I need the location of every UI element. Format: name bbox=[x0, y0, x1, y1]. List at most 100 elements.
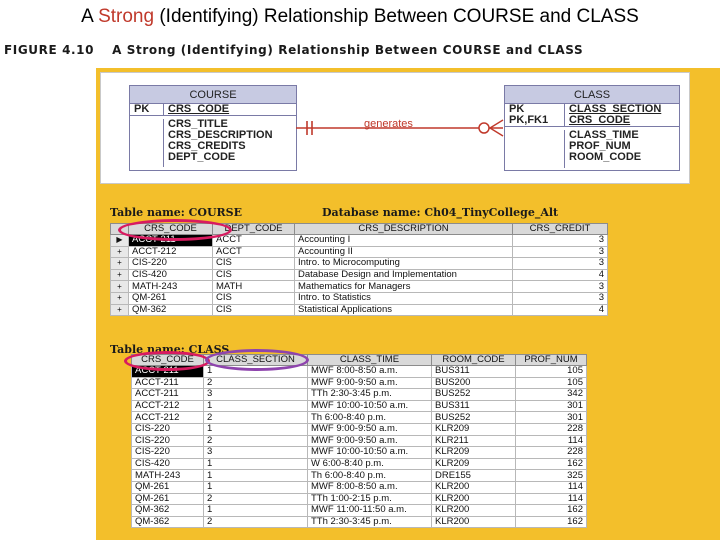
class-cell[interactable]: ACCT-211 bbox=[131, 376, 204, 390]
course-cell[interactable]: 3 bbox=[512, 280, 608, 293]
course-cell[interactable]: 4 bbox=[512, 303, 608, 317]
class-cell[interactable]: 228 bbox=[515, 422, 587, 436]
expand-row-button[interactable]: + bbox=[110, 268, 129, 282]
class-cell[interactable]: 342 bbox=[515, 388, 587, 401]
class-table-row[interactable]: QM-261 2 TTh 1:00-2:15 p.m. KLR200 114 bbox=[131, 492, 587, 506]
class-cell[interactable]: ACCT-211 bbox=[131, 388, 204, 401]
course-cell[interactable]: Intro. to Microcomputing bbox=[294, 257, 513, 270]
course-table-row[interactable]: + QM-362 CIS Statistical Applications 4 bbox=[110, 303, 608, 317]
class-cell[interactable]: 1 bbox=[203, 504, 308, 517]
course-cell[interactable]: QM-362 bbox=[128, 303, 213, 317]
course-cell[interactable]: CIS bbox=[212, 257, 295, 270]
course-col-header[interactable]: CRS_CODE bbox=[128, 223, 213, 235]
course-cell[interactable]: Intro. to Statistics bbox=[294, 291, 513, 305]
class-cell[interactable]: KLR200 bbox=[431, 492, 516, 506]
class-cell[interactable]: 1 bbox=[203, 457, 308, 471]
class-col-header[interactable]: CRS_CODE bbox=[131, 354, 204, 366]
course-cell[interactable]: MATH bbox=[212, 280, 295, 293]
course-cell[interactable]: CIS-220 bbox=[128, 257, 213, 270]
class-cell[interactable]: W 6:00-8:40 p.m. bbox=[307, 457, 432, 471]
class-cell[interactable]: KLR209 bbox=[431, 422, 516, 436]
class-table-row[interactable]: CIS-220 2 MWF 9:00-9:50 a.m. KLR211 114 bbox=[131, 434, 587, 448]
course-cell[interactable]: ACCT-212 bbox=[128, 245, 213, 259]
course-cell[interactable]: CIS bbox=[212, 268, 295, 282]
class-cell[interactable]: ACCT-212 bbox=[131, 399, 204, 413]
class-cell[interactable]: 2 bbox=[203, 376, 308, 390]
class-cell[interactable]: DRE155 bbox=[431, 469, 516, 482]
class-cell[interactable]: 1 bbox=[203, 422, 308, 436]
class-cell[interactable]: 301 bbox=[515, 399, 587, 413]
class-cell[interactable]: 162 bbox=[515, 515, 587, 529]
class-cell[interactable]: 1 bbox=[203, 399, 308, 413]
class-cell[interactable]: 2 bbox=[203, 492, 308, 506]
class-cell[interactable]: 1 bbox=[203, 480, 308, 494]
class-cell[interactable]: 3 bbox=[203, 446, 308, 459]
class-cell[interactable]: ACCT-211 bbox=[131, 365, 204, 378]
course-cell[interactable]: Accounting II bbox=[294, 245, 513, 259]
class-cell[interactable]: 162 bbox=[515, 504, 587, 517]
class-cell[interactable]: BUS200 bbox=[431, 376, 516, 390]
class-cell[interactable]: QM-261 bbox=[131, 480, 204, 494]
class-cell[interactable]: TTh 2:30-3:45 p.m. bbox=[307, 515, 432, 529]
class-cell[interactable]: 2 bbox=[203, 515, 308, 529]
class-cell[interactable]: KLR211 bbox=[431, 434, 516, 448]
class-table-row[interactable]: ACCT-211 2 MWF 9:00-9:50 a.m. BUS200 105 bbox=[131, 376, 587, 390]
class-cell[interactable]: QM-362 bbox=[131, 504, 204, 517]
expand-row-button[interactable]: + bbox=[110, 257, 129, 270]
course-cell[interactable]: Mathematics for Managers bbox=[294, 280, 513, 293]
class-cell[interactable]: CIS-220 bbox=[131, 422, 204, 436]
class-table-row[interactable]: QM-362 2 TTh 2:30-3:45 p.m. KLR200 162 bbox=[131, 515, 587, 529]
course-table-row[interactable]: + MATH-243 MATH Mathematics for Managers 3 bbox=[110, 280, 608, 293]
course-cell[interactable]: Database Design and Implementation bbox=[294, 268, 513, 282]
class-table-row[interactable]: ACCT-212 2 Th 6:00-8:40 p.m. BUS252 301 bbox=[131, 411, 587, 424]
course-cell[interactable]: ACCT-211 bbox=[128, 234, 213, 247]
expand-row-button[interactable]: + bbox=[110, 291, 129, 305]
class-cell[interactable]: 105 bbox=[515, 376, 587, 390]
course-table-row[interactable]: + ACCT-212 ACCT Accounting II 3 bbox=[110, 245, 608, 259]
course-cell[interactable]: 3 bbox=[512, 291, 608, 305]
class-cell[interactable]: ACCT-212 bbox=[131, 411, 204, 424]
course-cell[interactable]: ACCT bbox=[212, 234, 295, 247]
class-col-header[interactable]: CLASS_TIME bbox=[307, 354, 432, 366]
expand-row-button[interactable]: + bbox=[110, 303, 129, 317]
class-cell[interactable]: QM-362 bbox=[131, 515, 204, 529]
class-table-row[interactable]: CIS-220 1 MWF 9:00-9:50 a.m. KLR209 228 bbox=[131, 422, 587, 436]
class-cell[interactable]: MWF 10:00-10:50 a.m. bbox=[307, 446, 432, 459]
course-cell[interactable]: CIS bbox=[212, 303, 295, 317]
class-cell[interactable]: 1 bbox=[203, 469, 308, 482]
class-cell[interactable]: KLR200 bbox=[431, 515, 516, 529]
class-cell[interactable]: KLR200 bbox=[431, 504, 516, 517]
class-cell[interactable]: 3 bbox=[203, 388, 308, 401]
class-table-row[interactable]: ACCT-212 1 MWF 10:00-10:50 a.m. BUS311 301 bbox=[131, 399, 587, 413]
class-cell[interactable]: Th 6:00-8:40 p.m. bbox=[307, 411, 432, 424]
class-table-row[interactable]: CIS-420 1 W 6:00-8:40 p.m. KLR209 162 bbox=[131, 457, 587, 471]
class-cell[interactable]: 1 bbox=[203, 365, 308, 378]
class-col-header[interactable]: ROOM_CODE bbox=[431, 354, 516, 366]
course-cell[interactable]: Statistical Applications bbox=[294, 303, 513, 317]
class-cell[interactable]: CIS-420 bbox=[131, 457, 204, 471]
class-cell[interactable]: BUS311 bbox=[431, 365, 516, 378]
class-cell[interactable]: CIS-220 bbox=[131, 434, 204, 448]
class-cell[interactable]: MWF 9:00-9:50 a.m. bbox=[307, 376, 432, 390]
class-cell[interactable]: KLR209 bbox=[431, 446, 516, 459]
course-cell[interactable]: CIS-420 bbox=[128, 268, 213, 282]
course-cell[interactable]: ACCT bbox=[212, 245, 295, 259]
class-table-row[interactable]: QM-362 1 MWF 11:00-11:50 a.m. KLR200 162 bbox=[131, 504, 587, 517]
class-cell[interactable]: CIS-220 bbox=[131, 446, 204, 459]
class-table-row[interactable]: CIS-220 3 MWF 10:00-10:50 a.m. KLR209 228 bbox=[131, 446, 587, 459]
course-cell[interactable]: 3 bbox=[512, 234, 608, 247]
course-cell[interactable]: Accounting I bbox=[294, 234, 513, 247]
class-cell[interactable]: MWF 8:00-8:50 a.m. bbox=[307, 365, 432, 378]
course-cell[interactable]: 3 bbox=[512, 245, 608, 259]
class-cell[interactable]: BUS252 bbox=[431, 388, 516, 401]
class-cell[interactable]: KLR200 bbox=[431, 480, 516, 494]
class-cell[interactable]: TTh 1:00-2:15 p.m. bbox=[307, 492, 432, 506]
course-cell[interactable]: QM-261 bbox=[128, 291, 213, 305]
class-col-header[interactable]: CLASS_SECTION bbox=[203, 354, 308, 366]
course-cell[interactable]: 3 bbox=[512, 257, 608, 270]
course-cell[interactable]: CIS bbox=[212, 291, 295, 305]
course-col-header[interactable]: DEPT_CODE bbox=[212, 223, 295, 235]
class-cell[interactable]: MATH-243 bbox=[131, 469, 204, 482]
class-cell[interactable]: 301 bbox=[515, 411, 587, 424]
class-cell[interactable]: MWF 10:00-10:50 a.m. bbox=[307, 399, 432, 413]
